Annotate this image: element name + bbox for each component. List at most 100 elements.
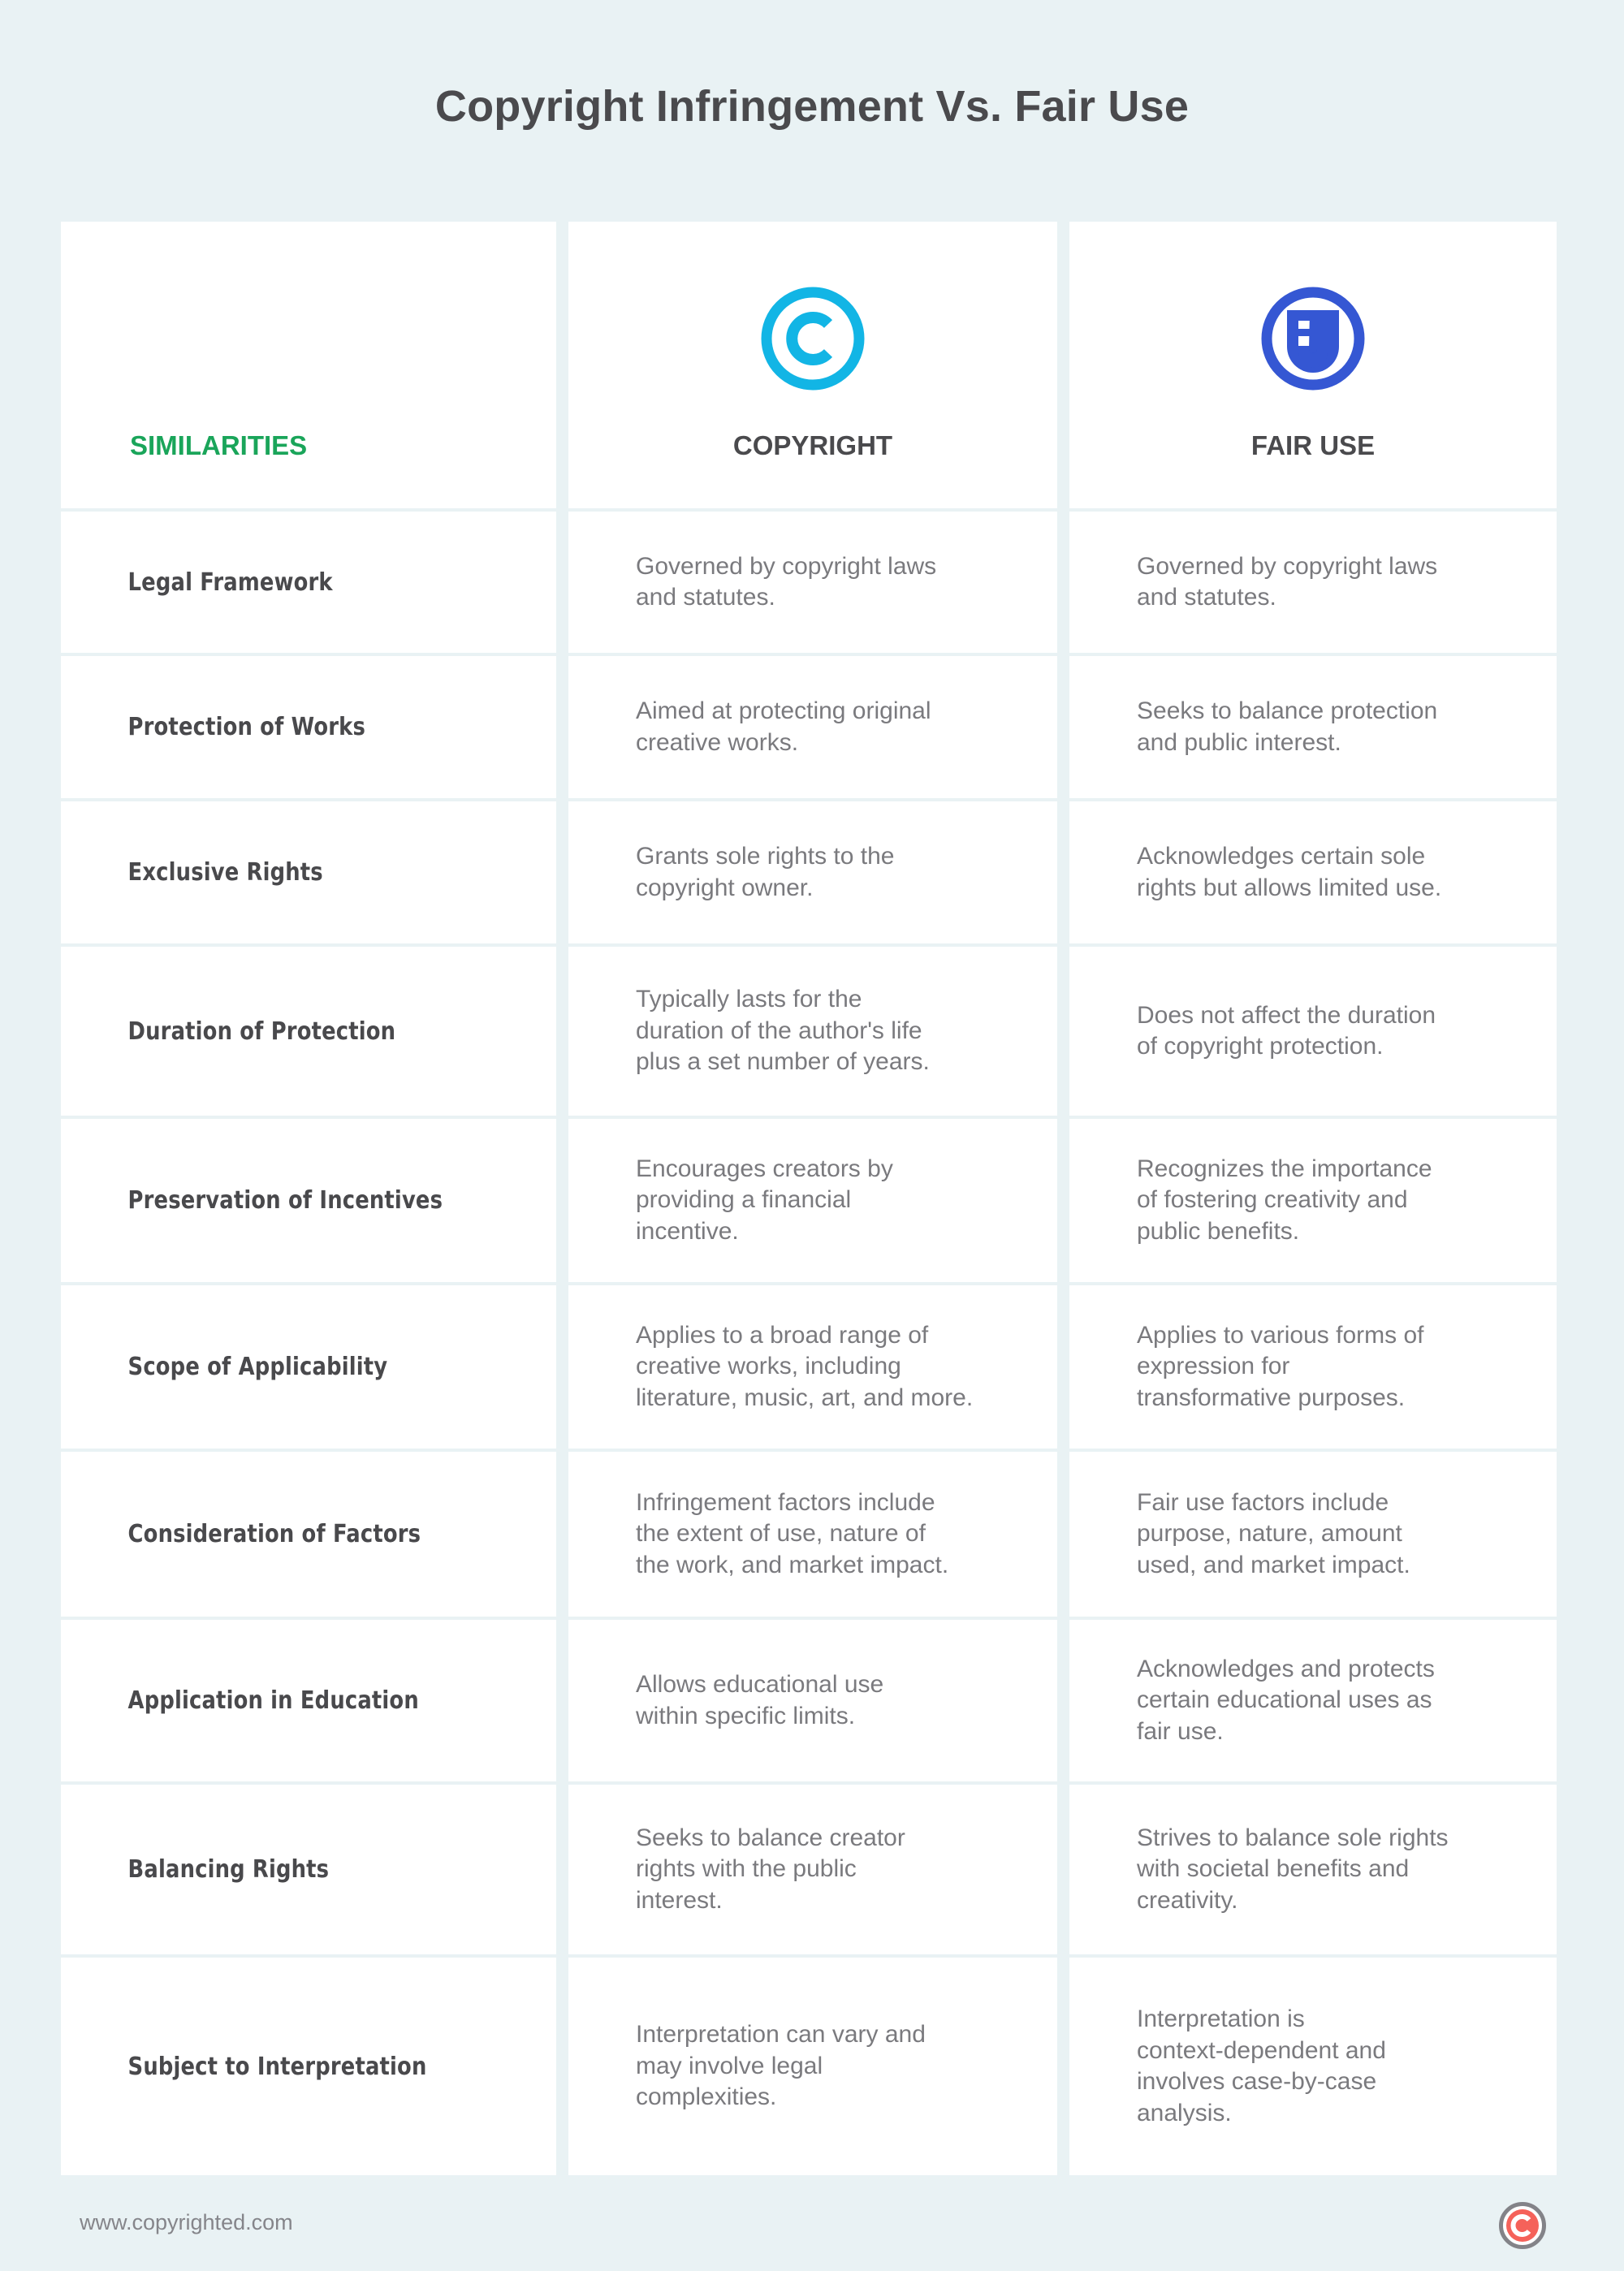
fair-use-description-cell: Applies to various forms of expression fo… bbox=[1069, 1285, 1557, 1449]
copyright-logo-icon bbox=[1499, 2202, 1546, 2249]
copyright-description: Applies to a broad range of creative work… bbox=[568, 1320, 1057, 1414]
fair-use-description: Applies to various forms of expression fo… bbox=[1069, 1320, 1557, 1414]
similarity-label: Subject to Interpretation bbox=[127, 2052, 427, 2081]
description-line: Aimed at protecting original bbox=[636, 697, 931, 724]
description-line: Governed by copyright laws bbox=[1137, 552, 1438, 580]
description-line: literature, music, art, and more. bbox=[636, 1384, 974, 1411]
description-line: of copyright protection. bbox=[1137, 1033, 1384, 1060]
description-line: the extent of use, nature of bbox=[636, 1520, 926, 1548]
fair-use-description: Seeks to balance protection and public in… bbox=[1069, 696, 1557, 758]
similarity-row-label-cell: Exclusive Rights bbox=[61, 801, 556, 943]
copyright-description-cell: Typically lasts for the duration of the a… bbox=[568, 947, 1057, 1116]
description-line: within specific limits. bbox=[636, 1702, 856, 1729]
description-line: Applies to a broad range of bbox=[636, 1321, 929, 1349]
description-line: and public interest. bbox=[1137, 728, 1341, 756]
copyright-description-cell: Aimed at protecting original creative wor… bbox=[568, 656, 1057, 798]
description-line: Seeks to balance creator bbox=[636, 1824, 905, 1851]
similarity-row-label-cell: Scope of Applicability bbox=[61, 1285, 556, 1449]
fair-use-description-cell: Does not affect the duration of copyright… bbox=[1069, 947, 1557, 1116]
similarity-row-label-cell: Duration of Protection bbox=[61, 947, 556, 1116]
similarity-row-label-cell: Protection of Works bbox=[61, 656, 556, 798]
similarity-label: Application in Education bbox=[127, 1686, 419, 1715]
copyright-icon bbox=[761, 287, 865, 391]
similarity-label: Consideration of Factors bbox=[127, 1520, 421, 1548]
description-line: and statutes. bbox=[636, 584, 775, 611]
description-line: Recognizes the importance bbox=[1137, 1155, 1432, 1182]
fair-use-header-cell: FAIR USE bbox=[1069, 222, 1557, 508]
copyright-description-cell: Governed by copyright laws and statutes. bbox=[568, 512, 1057, 653]
description-line: Seeks to balance protection bbox=[1137, 697, 1438, 724]
description-line: certain educational uses as bbox=[1137, 1686, 1432, 1714]
description-line: incentive. bbox=[636, 1217, 739, 1245]
description-line: Allows educational use bbox=[636, 1671, 884, 1698]
description-line: Encourages creators by bbox=[636, 1155, 893, 1182]
fair-use-description-cell: Acknowledges and protects certain educati… bbox=[1069, 1620, 1557, 1781]
description-line: Does not affect the duration bbox=[1137, 1001, 1436, 1029]
similarity-row-label-cell: Consideration of Factors bbox=[61, 1452, 556, 1617]
copyright-description: Seeks to balance creator rights with the … bbox=[568, 1823, 1057, 1917]
description-line: involves case-by-case bbox=[1137, 2068, 1377, 2095]
description-line: Typically lasts for the bbox=[636, 986, 862, 1013]
similarity-row-label-cell: Preservation of Incentives bbox=[61, 1119, 556, 1282]
description-line: creative works. bbox=[636, 728, 799, 756]
fair-use-description-cell: Recognizes the importance of fostering cr… bbox=[1069, 1119, 1557, 1282]
copyright-description: Governed by copyright laws and statutes. bbox=[568, 551, 1057, 614]
similarity-label: Scope of Applicability bbox=[127, 1353, 388, 1381]
copyright-description: Typically lasts for the duration of the a… bbox=[568, 984, 1057, 1078]
description-line: Interpretation is bbox=[1137, 2005, 1305, 2032]
similarity-label: Duration of Protection bbox=[127, 1017, 396, 1046]
description-line: the work, and market impact. bbox=[636, 1551, 949, 1578]
copyright-description: Aimed at protecting original creative wor… bbox=[568, 696, 1057, 758]
copyright-description-cell: Applies to a broad range of creative work… bbox=[568, 1285, 1057, 1449]
description-line: rights but allows limited use. bbox=[1137, 874, 1442, 901]
description-line: interest. bbox=[636, 1886, 723, 1914]
description-line: Acknowledges certain sole bbox=[1137, 843, 1426, 870]
description-line: expression for bbox=[1137, 1353, 1290, 1380]
footer-url[interactable]: www.copyrighted.com bbox=[80, 2210, 293, 2235]
similarity-label: Protection of Works bbox=[127, 713, 366, 741]
description-line: analysis. bbox=[1137, 2099, 1232, 2126]
description-line: transformative purposes. bbox=[1137, 1384, 1406, 1411]
description-line: complexities. bbox=[636, 2083, 777, 2111]
comparison-table: SIMILARITIES COPYRIGHT FAIR USE Legal Fr… bbox=[61, 222, 1557, 2175]
copyright-column-heading: COPYRIGHT bbox=[732, 430, 893, 460]
description-line: creative works, including bbox=[636, 1353, 901, 1380]
description-line: Grants sole rights to the bbox=[636, 843, 895, 870]
description-line: may involve legal bbox=[636, 2052, 823, 2079]
copyright-description-cell: Allows educational use within specific li… bbox=[568, 1620, 1057, 1781]
fair-use-description: Governed by copyright laws and statutes. bbox=[1069, 551, 1557, 614]
fair-use-description: Acknowledges certain sole rights but allo… bbox=[1069, 841, 1557, 904]
fair-use-description: Acknowledges and protects certain educati… bbox=[1069, 1654, 1557, 1748]
description-line: used, and market impact. bbox=[1137, 1551, 1410, 1578]
copyright-header-cell: COPYRIGHT bbox=[568, 222, 1057, 508]
copyright-description: Encourages creators by providing a financ… bbox=[568, 1154, 1057, 1248]
description-line: and statutes. bbox=[1137, 584, 1276, 611]
description-line: creativity. bbox=[1137, 1886, 1238, 1914]
copyright-description-cell: Encourages creators by providing a financ… bbox=[568, 1119, 1057, 1282]
description-line: providing a financial bbox=[636, 1186, 852, 1214]
fair-use-description-cell: Acknowledges certain sole rights but allo… bbox=[1069, 801, 1557, 943]
copyright-description: Interpretation can vary and may involve l… bbox=[568, 2019, 1057, 2113]
similarity-row-label-cell: Subject to Interpretation bbox=[61, 1958, 556, 2175]
description-line: Strives to balance sole rights bbox=[1137, 1824, 1449, 1851]
fair-use-icon bbox=[1261, 287, 1365, 391]
description-line: public benefits. bbox=[1137, 1217, 1300, 1245]
fair-use-description-cell: Interpretation is context-dependent and in… bbox=[1069, 1958, 1557, 2175]
description-line: context-dependent and bbox=[1137, 2036, 1386, 2064]
description-line: Governed by copyright laws bbox=[636, 552, 937, 580]
description-line: duration of the author's life bbox=[636, 1017, 922, 1044]
fair-use-description-cell: Strives to balance sole rights with socie… bbox=[1069, 1785, 1557, 1954]
description-line: Applies to various forms of bbox=[1137, 1321, 1424, 1349]
fair-use-description: Strives to balance sole rights with socie… bbox=[1069, 1823, 1557, 1917]
fair-use-description: Does not affect the duration of copyright… bbox=[1069, 1000, 1557, 1063]
page-title: Copyright Infringement Vs. Fair Use bbox=[434, 82, 1190, 131]
copyright-description-cell: Infringement factors include the extent o… bbox=[568, 1452, 1057, 1617]
similarities-heading: SIMILARITIES bbox=[130, 430, 308, 460]
similarity-row-label-cell: Legal Framework bbox=[61, 512, 556, 653]
description-line: Infringement factors include bbox=[636, 1488, 935, 1516]
copyright-description: Grants sole rights to the copyright owner… bbox=[568, 841, 1057, 904]
description-line: purpose, nature, amount bbox=[1137, 1520, 1402, 1548]
copyright-description-cell: Grants sole rights to the copyright owner… bbox=[568, 801, 1057, 943]
fair-use-description: Interpretation is context-dependent and in… bbox=[1069, 2004, 1557, 2129]
similarity-label: Balancing Rights bbox=[127, 1855, 330, 1884]
